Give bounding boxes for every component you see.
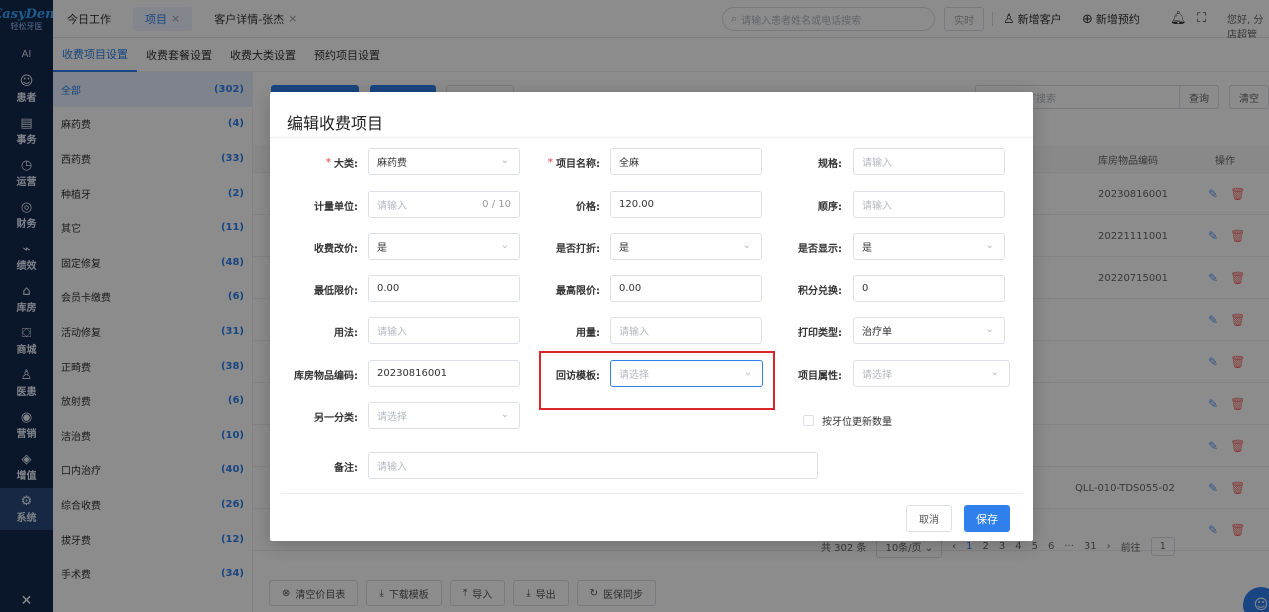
order-input[interactable]: 请输入 xyxy=(853,191,1005,218)
display-label: 是否显示: xyxy=(798,243,842,255)
stock-code-label: 库房物品编码: xyxy=(294,370,358,382)
dialog-title: 编辑收费项目 xyxy=(287,114,384,133)
spec-label: 规格: xyxy=(818,158,842,170)
other-class-label: 另一分类: xyxy=(314,412,358,424)
remark-label: 备注: xyxy=(334,462,358,474)
unit-label: 计量单位: xyxy=(314,201,358,213)
other-class-placeholder: 请选择 xyxy=(377,412,407,423)
by-tooth-label: 按牙位更新数量 xyxy=(822,417,892,428)
dosage-placeholder: 请输入 xyxy=(619,327,649,338)
save-button[interactable]: 保存 xyxy=(964,505,1010,532)
remark-placeholder: 请输入 xyxy=(377,462,407,473)
spec-placeholder: 请输入 xyxy=(862,158,892,169)
item-name-value: 全麻 xyxy=(619,158,639,169)
display-select[interactable]: 是 ⌄ xyxy=(853,233,1005,260)
price-edit-value: 是 xyxy=(377,243,387,254)
category-value: 麻药费 xyxy=(377,158,407,169)
category-label: * 大类: xyxy=(325,156,358,170)
order-placeholder: 请输入 xyxy=(862,201,892,212)
chevron-down-icon: ⌄ xyxy=(985,324,994,335)
print-type-select[interactable]: 治疗单 ⌄ xyxy=(853,317,1005,344)
attribute-placeholder: 请选择 xyxy=(862,370,892,381)
other-class-select[interactable]: 请选择 ⌄ xyxy=(368,402,520,429)
item-attribute-select[interactable]: 请选择 ⌄ xyxy=(853,360,1010,387)
stock-code-value: 20230816001 xyxy=(377,368,447,379)
spec-input[interactable]: 请输入 xyxy=(853,148,1005,175)
display-value: 是 xyxy=(862,243,872,254)
edit-charge-item-dialog: 编辑收费项目 * 大类: 麻药费 ⌄ * 项目名称: 全麻 规格: 请输入 计量单位:… xyxy=(270,92,1033,541)
max-price-value: 0.00 xyxy=(619,283,642,294)
highlight-annotation xyxy=(539,351,775,410)
price-label: 价格: xyxy=(576,201,600,213)
points-label: 积分兑换: xyxy=(798,285,842,297)
discount-label: 是否打折: xyxy=(556,243,600,255)
print-type-value: 治疗单 xyxy=(862,327,892,338)
order-label: 顺序: xyxy=(818,201,842,213)
points-input[interactable]: 0 xyxy=(853,275,1005,302)
divider xyxy=(281,493,1022,494)
remark-input[interactable]: 请输入 xyxy=(368,452,818,479)
chevron-down-icon: ⌄ xyxy=(985,240,994,251)
price-edit-label: 收费改价: xyxy=(314,243,358,255)
dosage-label: 用量: xyxy=(576,327,600,339)
discount-value: 是 xyxy=(619,243,629,254)
checkbox-box[interactable] xyxy=(803,415,814,426)
divider xyxy=(270,137,1033,138)
unit-placeholder: 请输入 xyxy=(377,201,407,212)
points-value: 0 xyxy=(862,283,869,294)
cancel-button[interactable]: 取消 xyxy=(906,505,952,532)
usage-label: 用法: xyxy=(334,327,358,339)
min-price-value: 0.00 xyxy=(377,283,400,294)
price-value: 120.00 xyxy=(619,199,654,210)
min-price-label: 最低限价: xyxy=(314,285,358,297)
item-name-label: * 项目名称: xyxy=(547,156,600,170)
print-type-label: 打印类型: xyxy=(798,327,842,339)
usage-placeholder: 请输入 xyxy=(377,327,407,338)
chevron-down-icon: ⌄ xyxy=(990,367,999,378)
max-price-label: 最高限价: xyxy=(556,285,600,297)
by-tooth-checkbox[interactable]: 按牙位更新数量 xyxy=(803,413,892,428)
chevron-down-icon: ⌄ xyxy=(500,409,509,420)
